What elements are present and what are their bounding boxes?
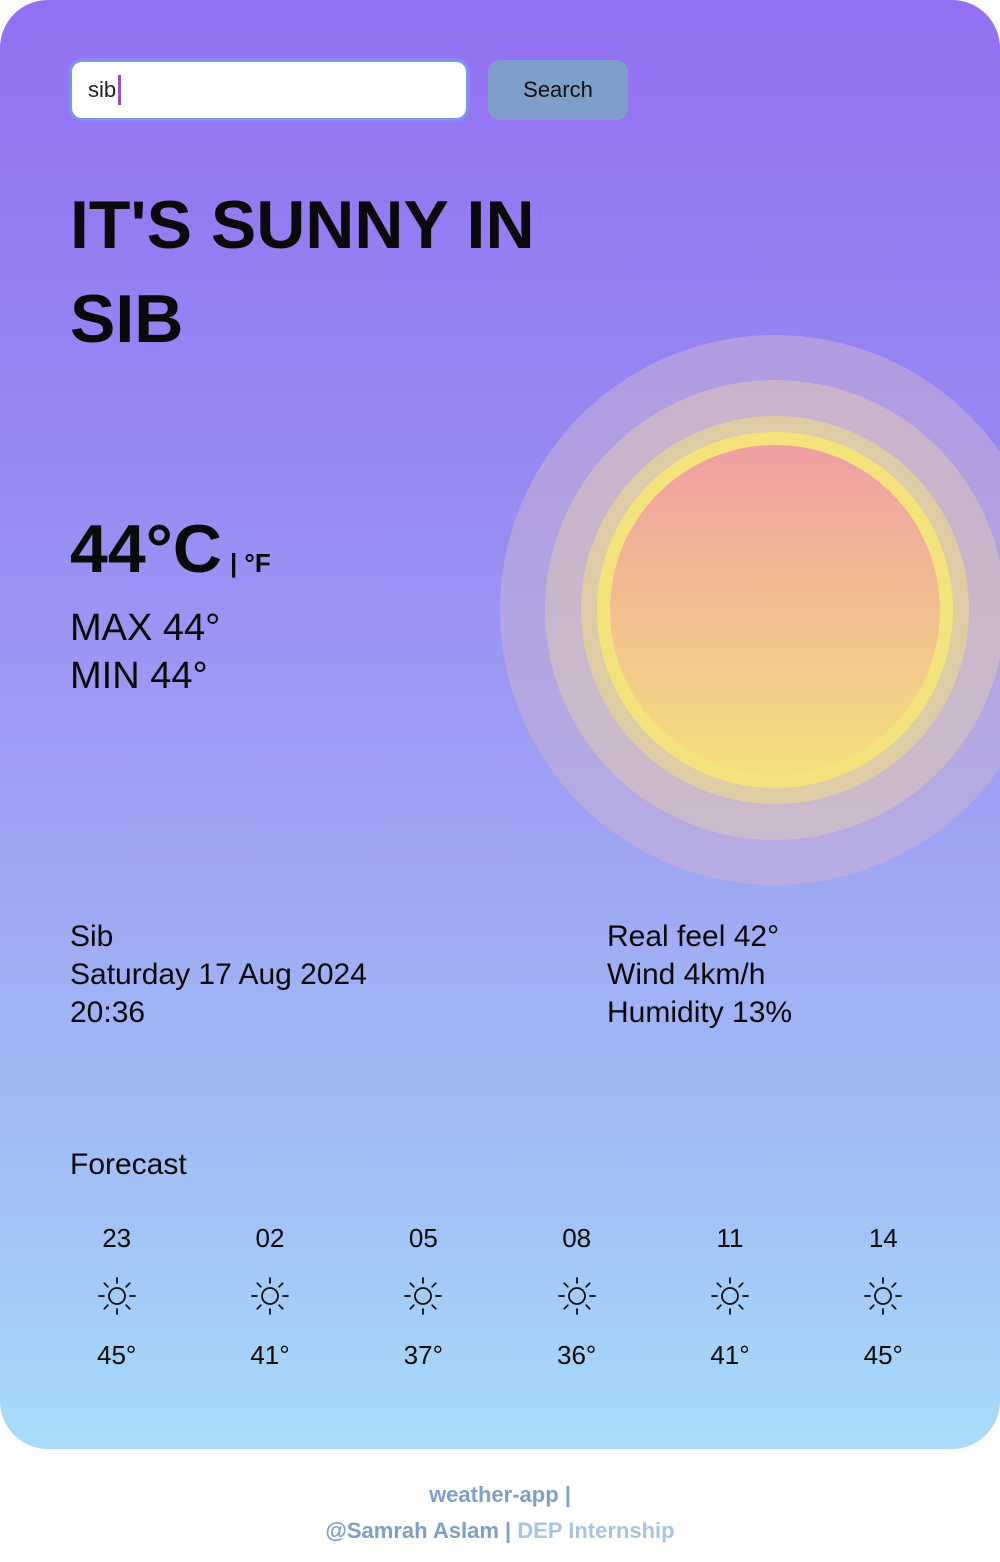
forecast-hour: 02 xyxy=(255,1223,285,1253)
forecast-list: 23 45° 02 41° 05 37° 08 36° 11 41° 14 45… xyxy=(40,1220,960,1371)
city-name: Sib xyxy=(70,920,114,953)
date-text: Saturday 17 Aug 2024 xyxy=(70,958,367,991)
sun-core xyxy=(610,445,940,775)
forecast-hour: 23 xyxy=(102,1223,132,1253)
forecast-item: 14 45° xyxy=(807,1220,960,1371)
forecast-temp: 45° xyxy=(863,1340,903,1370)
weather-card: Search IT'S SUNNY IN SIB 44°C | °F MAX 44… xyxy=(0,0,1000,1449)
search-input[interactable] xyxy=(70,60,468,120)
forecast-item: 11 41° xyxy=(653,1220,806,1371)
footer-app-name: weather-app | xyxy=(429,1482,571,1507)
min-temperature: MIN 44° xyxy=(70,655,208,697)
headline-city: SIB xyxy=(70,281,184,357)
min-max-temperature: MAX 44° MIN 44° xyxy=(70,604,220,700)
forecast-temp: 37° xyxy=(403,1340,443,1370)
forecast-hour: 08 xyxy=(562,1223,592,1253)
forecast-temp: 41° xyxy=(710,1340,750,1370)
forecast-item: 23 45° xyxy=(40,1220,193,1371)
text-caret xyxy=(118,75,121,105)
forecast-title: Forecast xyxy=(70,1148,187,1181)
forecast-item: 08 36° xyxy=(500,1220,653,1371)
real-feel: Real feel 42° xyxy=(607,920,780,953)
wind-speed: Wind 4km/h xyxy=(607,958,766,991)
weather-details: Real feel 42° Wind 4km/h Humidity 13% xyxy=(607,918,792,1032)
forecast-temp: 45° xyxy=(97,1340,137,1370)
max-temperature: MAX 44° xyxy=(70,607,221,649)
sun-icon xyxy=(40,1272,193,1320)
footer-credits: @Samrah Aslam | DEP Internship xyxy=(0,1518,1000,1544)
current-temperature: 44°C | °F xyxy=(70,510,271,588)
footer-author-link[interactable]: @Samrah Aslam | xyxy=(325,1518,511,1543)
forecast-hour: 11 xyxy=(716,1223,744,1253)
sun-icon xyxy=(807,1272,960,1320)
sun-icon xyxy=(653,1272,806,1320)
unit-toggle-fahrenheit[interactable]: | °F xyxy=(230,548,271,578)
sun-illustration-icon xyxy=(500,335,1000,885)
search-button[interactable]: Search xyxy=(488,60,628,120)
forecast-item: 05 37° xyxy=(347,1220,500,1371)
sun-icon xyxy=(500,1272,653,1320)
humidity: Humidity 13% xyxy=(607,996,793,1029)
time-text: 20:36 xyxy=(70,996,146,1029)
forecast-hour: 14 xyxy=(868,1223,898,1253)
forecast-temp: 36° xyxy=(556,1340,597,1370)
headline-line1: IT'S SUNNY IN xyxy=(70,187,535,263)
sun-icon xyxy=(193,1272,346,1320)
forecast-temp: 41° xyxy=(250,1340,290,1370)
temperature-celsius: 44°C xyxy=(70,511,222,587)
footer-org-link[interactable]: DEP Internship xyxy=(517,1518,674,1543)
sun-icon xyxy=(347,1272,500,1320)
location-info: Sib Saturday 17 Aug 2024 20:36 xyxy=(70,918,367,1032)
forecast-hour: 05 xyxy=(408,1223,438,1253)
forecast-item: 02 41° xyxy=(193,1220,346,1371)
